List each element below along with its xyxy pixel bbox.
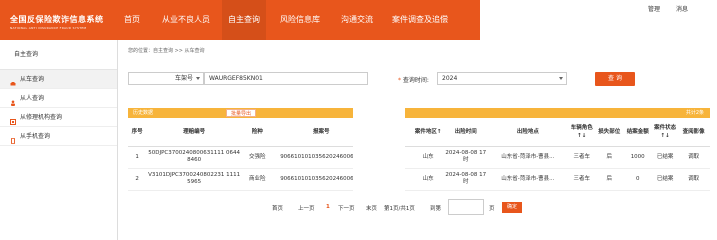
table-cell: 2024-08-08 17 时 xyxy=(443,168,489,191)
table-cell: 1 xyxy=(128,146,147,169)
col-header-sortable[interactable]: 案件地区↑ xyxy=(412,118,444,147)
nav-home[interactable]: 首页 xyxy=(124,0,140,40)
pager-confirm-button[interactable]: 确定 xyxy=(502,202,522,213)
view-image-link[interactable]: 调取 xyxy=(677,146,710,169)
messages-link[interactable]: 消息 xyxy=(676,4,688,13)
sidebar-item-label: 从人查询 xyxy=(20,94,45,102)
nav-self-query[interactable]: 自主查询 xyxy=(222,0,266,40)
person-icon xyxy=(10,95,16,106)
sidebar: 自主查询 从车查询 从人查询 从修理机构查询 从手机查询 xyxy=(0,40,118,240)
col-header-sortable[interactable]: 案件状态↑↓ xyxy=(652,118,678,147)
logo-subtitle: NATIONAL ANTI INSURANCE FRAUD SYSTEM xyxy=(10,26,87,30)
table-cell: 1000 xyxy=(622,146,653,169)
col-header: 理赔编号 xyxy=(146,118,242,147)
car-icon xyxy=(10,76,16,86)
breadcrumb: 您的位置：自主查询 >> 从车查询 xyxy=(128,48,205,54)
pager-prev[interactable]: 上一页 xyxy=(298,204,315,212)
table-cell: 山东 xyxy=(412,146,444,169)
chevron-down-icon xyxy=(559,77,563,80)
col-header: 结案金额 xyxy=(622,118,653,147)
table-cell: 商业险 xyxy=(241,168,273,191)
query-type-value: 车架号 xyxy=(174,75,193,82)
query-time-value: 2024 xyxy=(442,75,458,82)
pager-goto-label: 到第 xyxy=(430,206,442,212)
page-number-input[interactable] xyxy=(448,199,484,215)
pager-page-suffix: 页 xyxy=(489,206,495,212)
query-time-select[interactable]: 2024 xyxy=(437,72,567,85)
nav-communication[interactable]: 沟通交流 xyxy=(341,0,373,40)
results-header-bar: 历史数据 批量导出 共计2条 xyxy=(128,108,710,118)
table-row: 2 V3101DJPC3700240802231 11115965 商业险 90… xyxy=(128,168,710,191)
table-cell: 50DJPC3700240800631111 06448460 xyxy=(146,146,242,169)
table-row: 1 50DJPC3700240800631111 06448460 交强险 90… xyxy=(128,146,710,169)
pager-first[interactable]: 首页 xyxy=(272,204,283,212)
table-cell: V3101DJPC3700240802231 11115965 xyxy=(146,168,242,191)
admin-link[interactable]: 管理 xyxy=(648,4,660,13)
system-logo[interactable]: 全国反保险欺诈信息系统 NATIONAL ANTI INSURANCE FRAU… xyxy=(10,14,104,30)
table-cell: 0 xyxy=(622,168,653,191)
redacted-column xyxy=(353,108,405,192)
sidebar-item-repair-query[interactable]: 从修理机构查询 xyxy=(0,108,117,127)
query-button[interactable]: 查 询 xyxy=(595,72,635,86)
table-cell: 后 xyxy=(595,168,623,191)
table-cell: 山东省-菏泽市-曹县... xyxy=(488,146,568,169)
table-cell: 山东省-菏泽市-曹县... xyxy=(488,168,568,191)
vin-input[interactable]: WAURGEF85KN01 xyxy=(204,72,368,85)
table-cell: 三者车 xyxy=(567,146,596,169)
total-count: 共计2条 xyxy=(685,110,704,116)
col-header: 查阅影像 xyxy=(677,118,710,147)
table-cell: 后 xyxy=(595,146,623,169)
table-cell: 三者车 xyxy=(567,168,596,191)
col-header: 序号 xyxy=(128,118,147,147)
nav-risk-database[interactable]: 风险信息库 xyxy=(280,0,320,40)
table-cell: 2 xyxy=(128,168,147,191)
col-header: 出险地点 xyxy=(488,118,568,147)
sidebar-item-person-query[interactable]: 从人查询 xyxy=(0,89,117,108)
table-cell: 2024-08-08 17 时 xyxy=(443,146,489,169)
col-header: 损失部位 xyxy=(595,118,623,147)
table-cell: 山东 xyxy=(412,168,444,191)
results-table: 序号 理赔编号 险种 报案号 案件地区↑ 出险时间 出险地点 车辆角色↑↓ 损失… xyxy=(128,118,710,191)
table-header-row: 序号 理赔编号 险种 报案号 案件地区↑ 出险时间 出险地点 车辆角色↑↓ 损失… xyxy=(128,118,710,147)
logo-title: 全国反保险欺诈信息系统 xyxy=(10,15,104,24)
sidebar-item-label: 从车查询 xyxy=(20,75,45,83)
table-cell: 交强险 xyxy=(241,146,273,169)
col-header: 险种 xyxy=(241,118,273,147)
nav-bad-personnel[interactable]: 从业不良人员 xyxy=(162,0,210,40)
query-time-label: * 查询时间: xyxy=(398,77,429,84)
sidebar-item-vehicle-query[interactable]: 从车查询 xyxy=(0,70,117,89)
sidebar-item-phone-query[interactable]: 从手机查询 xyxy=(0,127,117,146)
phone-icon xyxy=(10,133,16,145)
batch-export-button[interactable]: 批量导出 xyxy=(226,109,257,117)
wrench-icon xyxy=(10,114,16,125)
col-header: 出险时间 xyxy=(443,118,489,147)
pager-last[interactable]: 末页 xyxy=(366,204,377,212)
sidebar-item-label: 从手机查询 xyxy=(20,132,51,140)
pager-summary: 第1页/共1页 xyxy=(384,206,415,212)
pager-next[interactable]: 下一页 xyxy=(338,204,355,212)
query-type-select[interactable]: 车架号 xyxy=(128,72,204,85)
table-cell: 已结案 xyxy=(652,168,678,191)
nav-case-investigation[interactable]: 案件调查及追偿 xyxy=(392,0,448,40)
col-header-sortable[interactable]: 车辆角色↑↓ xyxy=(567,118,596,147)
view-image-link[interactable]: 调取 xyxy=(677,168,710,191)
chevron-down-icon xyxy=(196,77,200,80)
sidebar-item-label: 从修理机构查询 xyxy=(20,113,63,121)
table-cell: 已结案 xyxy=(652,146,678,169)
pager-current[interactable]: 1 xyxy=(326,204,330,210)
sidebar-title: 自主查询 xyxy=(0,40,117,70)
history-data-label: 历史数据 xyxy=(133,110,154,116)
